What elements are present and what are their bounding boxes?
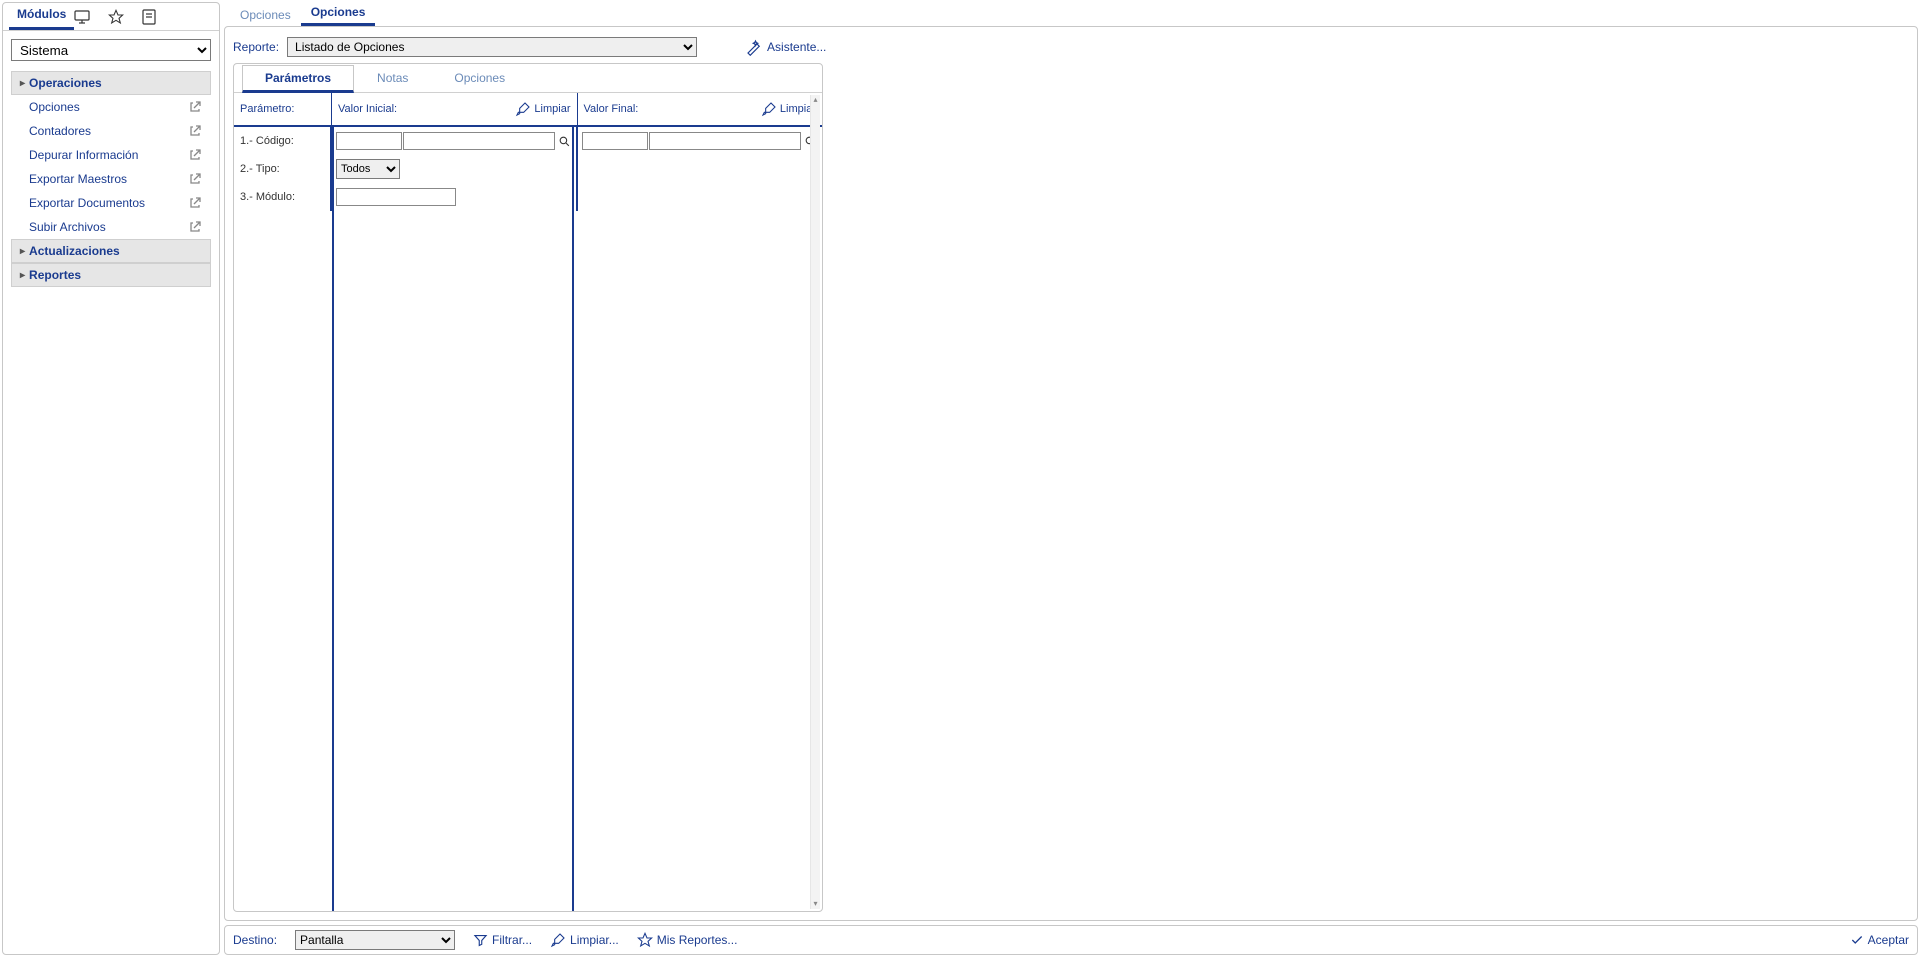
mis-reportes-button[interactable]: Mis Reportes... <box>637 932 738 948</box>
row-codigo: 1.- Código: <box>234 127 822 155</box>
asistente-button[interactable]: Asistente... <box>745 38 826 56</box>
top-tab-row: Opciones Opciones <box>224 2 1918 26</box>
sidebar-item-exportar-documentos[interactable]: Exportar Documentos <box>11 191 211 215</box>
tab-opciones-2[interactable]: Opciones <box>301 1 376 26</box>
limpiar-label: Limpiar... <box>570 933 619 947</box>
tipo-select[interactable]: Todos <box>336 159 400 179</box>
check-icon <box>1850 933 1864 947</box>
external-link-icon[interactable] <box>189 149 201 161</box>
sidebar-tab-modulos[interactable]: Módulos <box>9 3 74 30</box>
sidebar-item-label: Depurar Información <box>29 148 138 162</box>
star-icon[interactable] <box>108 9 142 25</box>
external-link-icon[interactable] <box>189 101 201 113</box>
limpiar-button[interactable]: Limpiar... <box>550 932 619 948</box>
header-valor-final: Valor Final: <box>584 103 639 115</box>
external-link-icon[interactable] <box>189 197 201 209</box>
broom-icon <box>515 101 531 117</box>
sidebar-item-label: Exportar Documentos <box>29 196 145 210</box>
chevron-right-icon: ▸ <box>20 78 25 89</box>
row-label-tipo: 2.- Tipo: <box>234 155 332 183</box>
panel-tab-row: Parámetros Notas Opciones <box>234 64 822 93</box>
destino-label: Destino: <box>233 933 277 947</box>
destino-select[interactable]: Pantalla <box>295 930 455 950</box>
sidebar-item-exportar-maestros[interactable]: Exportar Maestros <box>11 167 211 191</box>
sidebar-item-depurar[interactable]: Depurar Información <box>11 143 211 167</box>
broom-icon <box>550 932 566 948</box>
sidebar: Módulos Sistema ▸ Operaciones Opcio <box>2 2 220 955</box>
tree-group-label: Operaciones <box>29 76 102 90</box>
tree-group-label: Reportes <box>29 268 81 282</box>
filtrar-label: Filtrar... <box>492 933 532 947</box>
sidebar-item-opciones[interactable]: Opciones <box>11 95 211 119</box>
header-parametro: Parámetro: <box>234 93 332 125</box>
content-frame: Reporte: Listado de Opciones Asistente..… <box>224 26 1918 921</box>
star-icon <box>637 932 653 948</box>
codigo-initial-desc-input[interactable] <box>403 132 555 150</box>
panel-tab-opciones[interactable]: Opciones <box>431 65 528 93</box>
tree-group-reportes[interactable]: ▸ Reportes <box>11 263 211 287</box>
row-modulo: 3.- Módulo: <box>234 183 822 211</box>
footer-bar: Destino: Pantalla Filtrar... Limpiar... … <box>224 925 1918 955</box>
row-label-modulo: 3.- Módulo: <box>234 183 332 211</box>
clear-label: Limpiar <box>534 103 570 115</box>
system-select[interactable]: Sistema <box>11 39 211 61</box>
monitor-icon[interactable] <box>74 10 108 24</box>
report-select[interactable]: Listado de Opciones <box>287 37 697 57</box>
chevron-right-icon: ▸ <box>20 246 25 257</box>
report-row: Reporte: Listado de Opciones Asistente..… <box>233 33 1909 63</box>
tab-opciones-1[interactable]: Opciones <box>230 4 301 26</box>
row-label-codigo: 1.- Código: <box>234 127 332 155</box>
sidebar-item-label: Exportar Maestros <box>29 172 127 186</box>
funnel-icon <box>473 933 488 948</box>
tree-group-actualizaciones[interactable]: ▸ Actualizaciones <box>11 239 211 263</box>
external-link-icon[interactable] <box>189 125 201 137</box>
scroll-up-icon[interactable]: ▴ <box>811 95 820 105</box>
header-valor-inicial: Valor Inicial: <box>338 103 397 115</box>
wizard-icon <box>745 38 763 56</box>
panel-tab-notas[interactable]: Notas <box>354 65 431 93</box>
chevron-right-icon: ▸ <box>20 270 25 281</box>
tree-group-label: Actualizaciones <box>29 244 120 258</box>
clear-final-button[interactable]: Limpiar <box>761 101 816 117</box>
sidebar-item-contadores[interactable]: Contadores <box>11 119 211 143</box>
external-link-icon[interactable] <box>189 221 201 233</box>
filtrar-button[interactable]: Filtrar... <box>473 933 532 948</box>
aceptar-label: Aceptar <box>1868 933 1909 947</box>
row-tipo: 2.- Tipo: Todos <box>234 155 822 183</box>
codigo-final-desc-input[interactable] <box>649 132 801 150</box>
broom-icon <box>761 101 777 117</box>
sidebar-tab-row: Módulos <box>3 3 219 31</box>
sidebar-item-label: Contadores <box>29 124 91 138</box>
codigo-initial-code-input[interactable] <box>336 132 402 150</box>
report-label: Reporte: <box>233 40 279 54</box>
asistente-label: Asistente... <box>767 40 826 54</box>
grid-header: Parámetro: Valor Inicial: Limpiar Valor … <box>234 93 822 127</box>
search-icon[interactable] <box>556 133 572 149</box>
scroll-down-icon[interactable]: ▾ <box>811 899 820 909</box>
tree-group-operaciones[interactable]: ▸ Operaciones <box>11 71 211 95</box>
scrollbar[interactable]: ▴ ▾ <box>810 95 820 909</box>
panel-tab-parametros[interactable]: Parámetros <box>242 65 354 93</box>
mis-reportes-label: Mis Reportes... <box>657 933 738 947</box>
sidebar-item-label: Opciones <box>29 100 80 114</box>
sidebar-item-subir-archivos[interactable]: Subir Archivos <box>11 215 211 239</box>
clear-initial-button[interactable]: Limpiar <box>515 101 570 117</box>
codigo-final-code-input[interactable] <box>582 132 648 150</box>
aceptar-button[interactable]: Aceptar <box>1850 933 1909 947</box>
parameters-panel: Parámetros Notas Opciones Parámetro: Val… <box>233 63 823 912</box>
note-icon[interactable] <box>142 9 176 25</box>
sidebar-item-label: Subir Archivos <box>29 220 106 234</box>
modulo-input[interactable] <box>336 188 456 206</box>
external-link-icon[interactable] <box>189 173 201 185</box>
main-area: Opciones Opciones Reporte: Listado de Op… <box>224 2 1918 955</box>
